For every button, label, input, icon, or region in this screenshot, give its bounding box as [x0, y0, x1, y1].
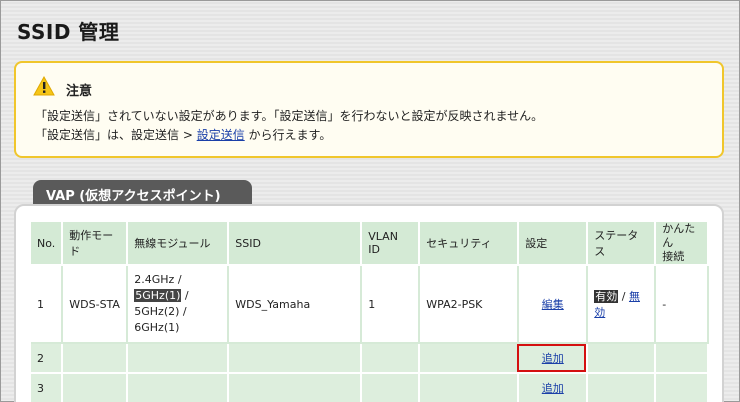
- table-header-row: No. 動作モード 無線モジュール SSID VLAN ID セキュリティ 設定…: [31, 222, 710, 266]
- add-link[interactable]: 追加: [542, 352, 564, 365]
- col-setting: 設定: [519, 222, 589, 266]
- cell-empty: [656, 344, 710, 374]
- cell-setting: 追加: [519, 374, 589, 402]
- vap-table: No. 動作モード 無線モジュール SSID VLAN ID セキュリティ 設定…: [31, 222, 710, 402]
- notice-guidance: 「設定送信」は、設定送信 > 設定送信 から行えます。: [35, 126, 331, 143]
- col-status: ステータス: [588, 222, 657, 266]
- vap-section-tab: VAP (仮想アクセスポイント): [33, 180, 252, 205]
- cell-empty: [128, 374, 230, 402]
- band-separator: /: [181, 289, 189, 302]
- table-row: 2 追加: [31, 344, 710, 374]
- band-5ghz2: 5GHz(2) /: [134, 305, 187, 318]
- cell-empty: [229, 344, 363, 374]
- cell-empty: [656, 374, 710, 402]
- cell-mode: WDS-STA: [63, 266, 129, 344]
- col-no: No.: [31, 222, 64, 266]
- cell-easy-connect: -: [656, 266, 710, 344]
- notice-message: 「設定送信」されていない設定があります。「設定送信」を行わないと設定が反映されま…: [35, 109, 544, 123]
- cell-no: 3: [31, 374, 64, 402]
- notice-guidance-text: 「設定送信」は、設定送信 >: [35, 128, 197, 142]
- cell-setting: 追加: [519, 344, 589, 374]
- notice-guidance-tail: から行えます。: [244, 128, 332, 142]
- col-ssid: SSID: [229, 222, 363, 266]
- col-easy-connect: かんたん 接続: [656, 222, 710, 266]
- cell-empty: [588, 374, 657, 402]
- status-enabled[interactable]: 有効: [594, 290, 619, 303]
- notice-box: 注意 「設定送信」されていない設定があります。「設定送信」を行わないと設定が反映…: [14, 61, 724, 158]
- col-security: セキュリティ: [420, 222, 520, 266]
- cell-empty: [420, 344, 520, 374]
- cell-empty: [63, 344, 129, 374]
- cell-vlan: 1: [362, 266, 421, 344]
- band-6ghz1: 6GHz(1): [134, 321, 180, 334]
- cell-empty: [420, 374, 520, 402]
- table-row: 1 WDS-STA 2.4GHz / 5GHz(1) / 5GHz(2) / 6…: [31, 266, 710, 344]
- cell-empty: [362, 374, 421, 402]
- cell-no: 2: [31, 344, 64, 374]
- cell-empty: [229, 374, 363, 402]
- edit-link[interactable]: 編集: [542, 298, 564, 311]
- cell-security: WPA2-PSK: [420, 266, 520, 344]
- col-easy-line1: かんたん: [662, 222, 696, 249]
- cell-empty: [63, 374, 129, 402]
- notice-title: 注意: [66, 84, 93, 99]
- cell-module: 2.4GHz / 5GHz(1) / 5GHz(2) / 6GHz(1): [128, 266, 230, 344]
- table-row: 3 追加: [31, 374, 710, 402]
- cell-ssid: WDS_Yamaha: [229, 266, 363, 344]
- cell-status: 有効 / 無効: [588, 266, 657, 344]
- cell-setting: 編集: [519, 266, 589, 344]
- cell-empty: [588, 344, 657, 374]
- add-link[interactable]: 追加: [542, 382, 564, 395]
- warning-icon: [33, 76, 55, 96]
- cell-empty: [128, 344, 230, 374]
- col-easy-line2: 接続: [662, 250, 685, 263]
- col-mode: 動作モード: [63, 222, 129, 266]
- cell-empty: [362, 344, 421, 374]
- send-settings-link[interactable]: 設定送信: [197, 128, 245, 142]
- cell-no: 1: [31, 266, 64, 344]
- band-5ghz1: 5GHz(1): [134, 289, 182, 302]
- col-vlan: VLAN ID: [362, 222, 421, 266]
- page-title: SSID 管理: [17, 20, 120, 44]
- status-separator: /: [618, 290, 629, 303]
- col-module: 無線モジュール: [128, 222, 230, 266]
- band-24ghz: 2.4GHz /: [134, 273, 182, 286]
